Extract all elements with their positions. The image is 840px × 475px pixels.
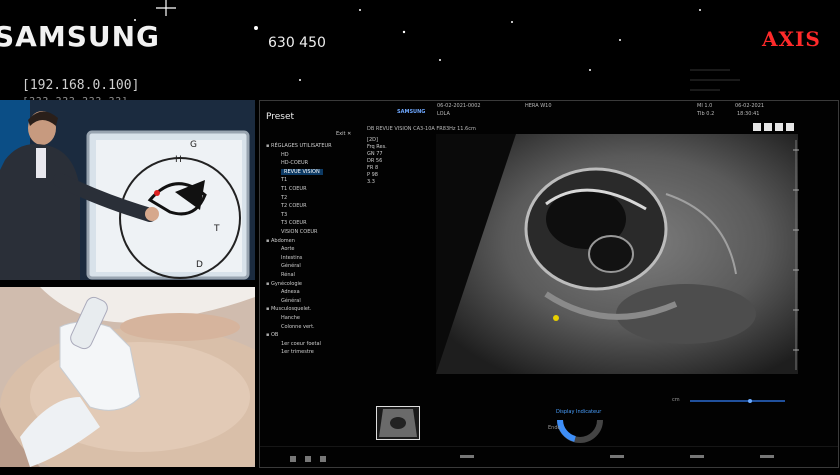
imaging-subheader: DB REVUE VISION CA3-10A FR83Hz 11.6cm: [367, 126, 476, 132]
camera-presenter: G H T D: [0, 100, 255, 280]
imaging-param: FR 8: [367, 165, 379, 171]
preset-folder[interactable]: Musculosquelet.: [266, 306, 312, 312]
probe-model: HERA W10: [525, 103, 552, 109]
gain-slider[interactable]: [690, 398, 785, 404]
ultrasound-image: [436, 134, 798, 374]
bottom-menu: [260, 446, 838, 462]
exam-id: 06-02-2021-0002: [437, 103, 481, 109]
whiteboard-letter: H: [175, 155, 182, 165]
preset-item[interactable]: Hanche: [281, 315, 300, 321]
preset-item[interactable]: T3 COEUR: [281, 220, 307, 226]
preset-item[interactable]: VISION COEUR: [281, 229, 318, 235]
preset-item[interactable]: T1: [281, 177, 287, 183]
preset-folder[interactable]: RÉGLAGES UTILISATEUR: [266, 143, 332, 149]
close-icon: ✕: [347, 131, 352, 137]
preset-item[interactable]: Général: [281, 263, 301, 269]
unit-label: cm: [672, 397, 680, 403]
preset-folder[interactable]: Gynécologie: [266, 281, 302, 287]
thermal-index: TIb 0.2: [697, 111, 715, 117]
mechanical-index: MI 1.0: [697, 103, 713, 109]
preset-item[interactable]: Intestins: [281, 255, 302, 261]
imaging-param: GN 77: [367, 151, 383, 157]
preset-item[interactable]: 1er trimestre: [281, 349, 314, 355]
whiteboard-letter: G: [190, 140, 197, 150]
preset-item[interactable]: Rénal: [281, 272, 295, 278]
preset-item[interactable]: Colonne vert.: [281, 324, 315, 330]
display-indicator[interactable]: Display Indicateur: [556, 409, 601, 415]
preset-item[interactable]: Aorte: [281, 246, 294, 252]
preset-panel-title: Preset: [266, 112, 295, 122]
imaging-param: P 98: [367, 172, 378, 178]
exam-date: 06-02-2021: [735, 103, 765, 109]
preset-item[interactable]: T3: [281, 212, 287, 218]
preset-item[interactable]: 1er coeur foetal: [281, 341, 321, 347]
preset-folder[interactable]: OB: [266, 332, 278, 338]
hud-decoration: [134, 0, 740, 91]
imaging-param: 3.3: [367, 179, 375, 185]
preset-item[interactable]: HD-COEUR: [281, 160, 308, 166]
preset-item[interactable]: T2 COEUR: [281, 203, 307, 209]
camera-probe: [0, 287, 255, 467]
whiteboard-letter: D: [196, 260, 203, 270]
thumbnail-preview[interactable]: [376, 406, 420, 440]
preset-item[interactable]: Général: [281, 298, 301, 304]
preset-item[interactable]: REVUE VISION: [281, 168, 323, 175]
thumbnail-image: [379, 409, 417, 437]
preset-item[interactable]: T1 COEUR: [281, 186, 307, 192]
patient-name: LOLA: [437, 111, 450, 117]
preset-item[interactable]: HD: [281, 152, 289, 158]
preset-folder[interactable]: Abdomen: [266, 238, 295, 244]
whiteboard-letter: T: [214, 224, 220, 234]
imaging-param: DR 56: [367, 158, 383, 164]
imaging-param: Frq Res.: [367, 144, 387, 150]
imaging-param: [2D]: [367, 137, 378, 143]
exam-time: 18:30:41: [737, 111, 760, 117]
preset-item[interactable]: T2: [281, 195, 287, 201]
exit-label: Exit: [336, 131, 346, 137]
preset-item[interactable]: Adnexa: [281, 289, 300, 295]
probe-label: Endo: [548, 425, 561, 431]
us-brand: SAMSUNG: [397, 109, 426, 115]
exit-button[interactable]: Exit ✕: [336, 131, 351, 137]
toolbar-icons[interactable]: [752, 122, 802, 132]
gauge-dial[interactable]: [555, 415, 605, 445]
depth-scale: [793, 140, 799, 370]
